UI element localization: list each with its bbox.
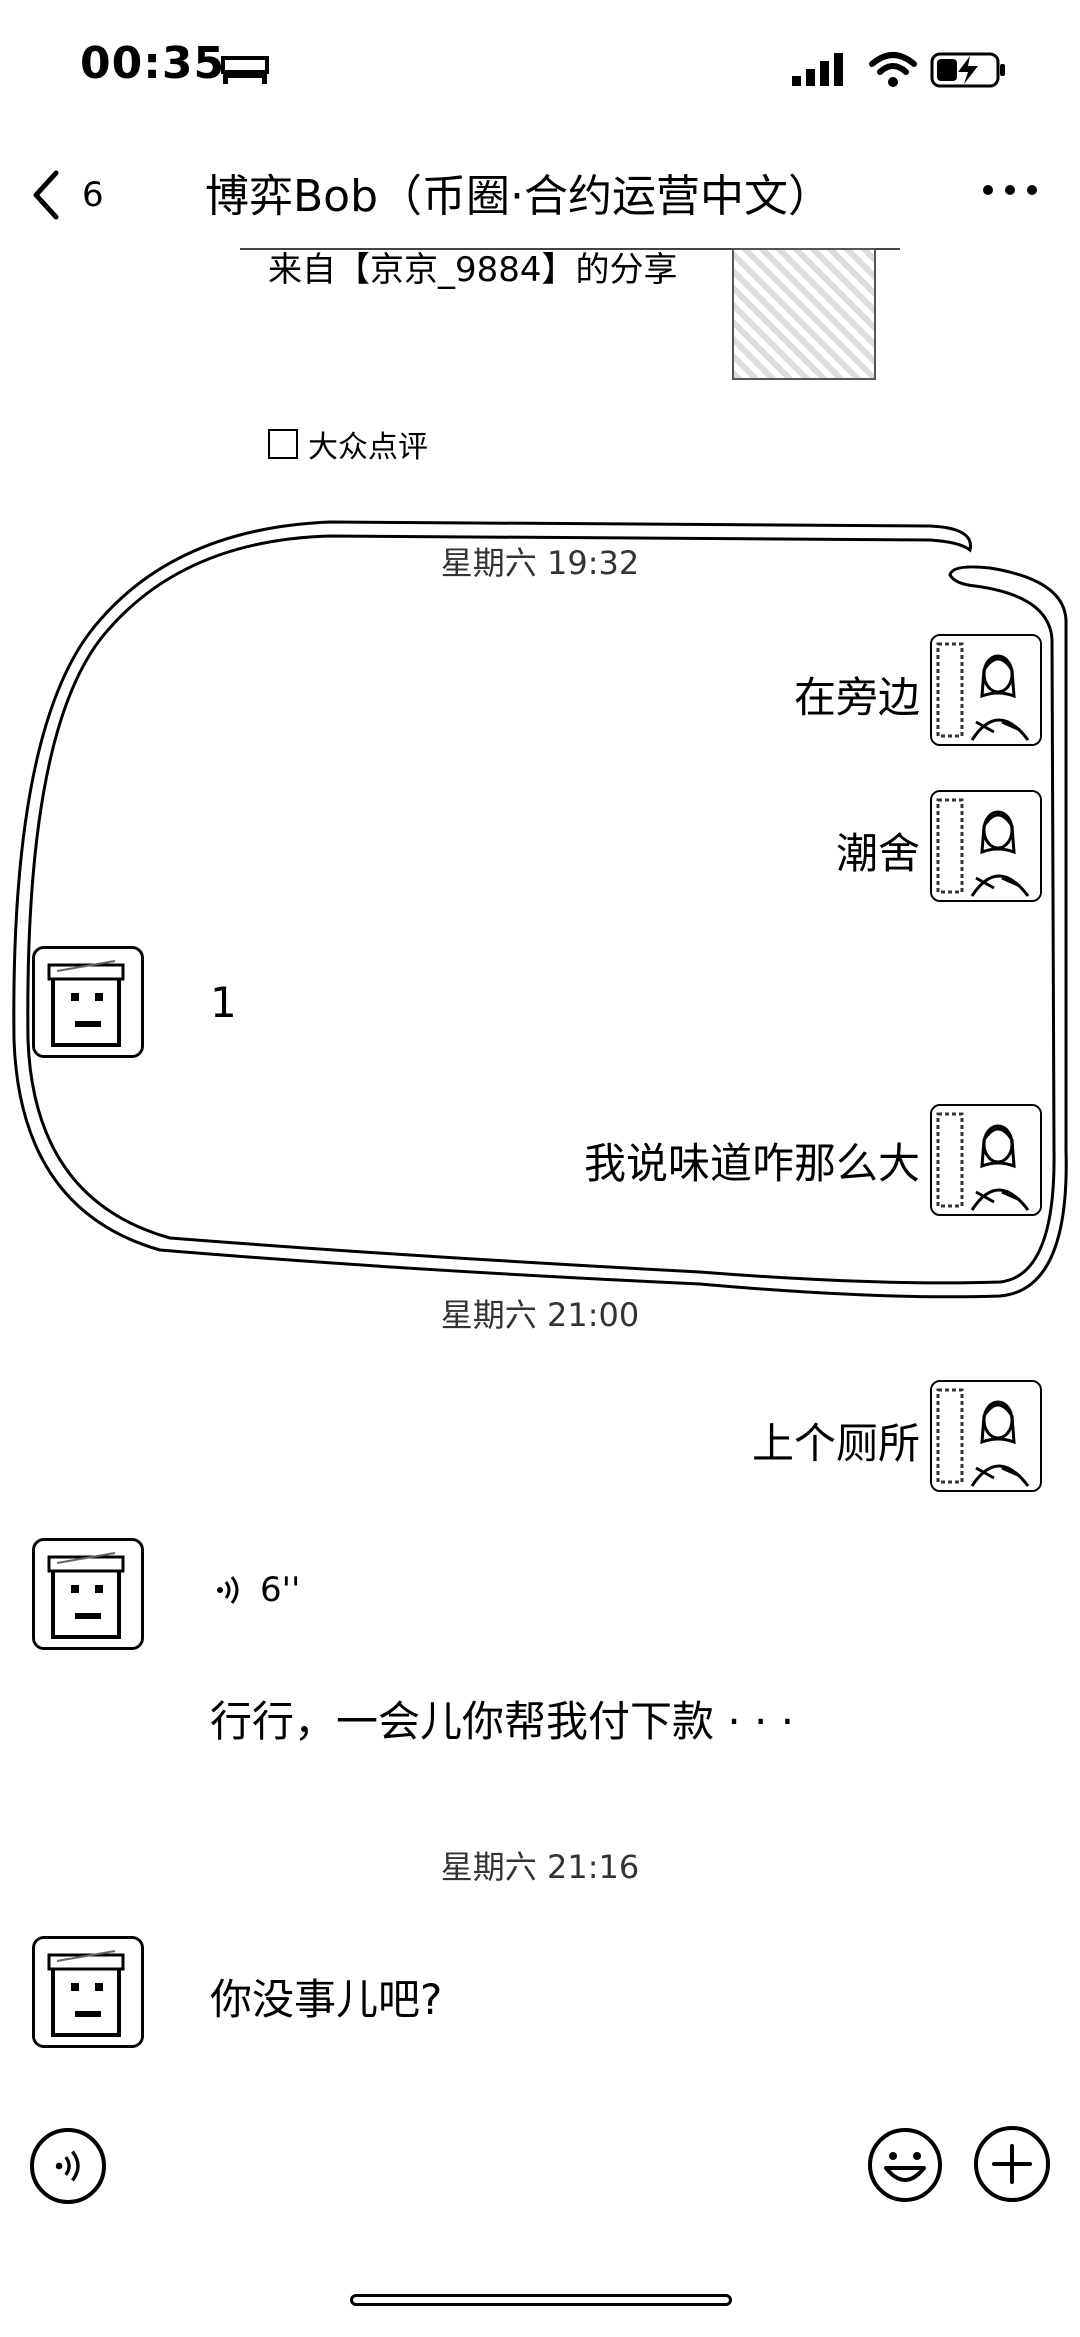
- avatar-contact-image: [35, 1541, 141, 1647]
- avatar-self-image: [932, 636, 1040, 744]
- voice-duration: 6'': [260, 1570, 301, 1610]
- wifi-icon: [869, 52, 917, 87]
- avatar-self[interactable]: [930, 790, 1042, 902]
- avatar-self[interactable]: [930, 1380, 1042, 1492]
- message-bubble-right[interactable]: 在旁边: [794, 664, 920, 725]
- voice-message[interactable]: 6'': [210, 1570, 300, 1610]
- status-time: 00:35: [80, 38, 226, 89]
- message-bubble-right[interactable]: 我说味道咋那么大: [584, 1130, 920, 1191]
- avatar-self[interactable]: [930, 1104, 1042, 1216]
- dianping-icon: [268, 429, 298, 459]
- emoji-icon[interactable]: [866, 2126, 944, 2204]
- avatar-contact-image: [35, 949, 141, 1055]
- voice-input-icon: [55, 2150, 80, 2182]
- battery-charging-icon: [930, 52, 1005, 88]
- avatar-contact[interactable]: [32, 1538, 144, 1650]
- message-bubble-left[interactable]: 1: [210, 978, 237, 1027]
- avatar-contact[interactable]: [32, 1936, 144, 2048]
- voice-transcript[interactable]: 行行，一会儿你帮我付下款 · · ·: [210, 1688, 794, 1749]
- voice-wave-icon: [217, 1576, 239, 1604]
- shared-card-source[interactable]: 大众点评: [268, 422, 428, 466]
- avatar-contact[interactable]: [32, 946, 144, 1058]
- plus-icon: [992, 2144, 1032, 2184]
- back-chevron-icon: [33, 170, 59, 220]
- time-separator: 星期六 19:32: [440, 544, 640, 582]
- time-separator: 星期六 21:16: [440, 1848, 640, 1886]
- back-button[interactable]: 6: [30, 160, 140, 230]
- home-indicator[interactable]: [350, 2294, 732, 2306]
- message-bubble-right[interactable]: 潮舍: [836, 820, 920, 881]
- voice-input-button[interactable]: [30, 2128, 106, 2204]
- more-icon[interactable]: [970, 170, 1050, 210]
- signal-icon: [792, 53, 843, 86]
- avatar-self-image: [932, 792, 1040, 900]
- avatar-self[interactable]: [930, 634, 1042, 746]
- unread-count: 6: [82, 175, 104, 215]
- avatar-self-image: [932, 1106, 1040, 1214]
- shared-card-thumbnail[interactable]: [732, 248, 876, 380]
- message-bubble-right[interactable]: 上个厕所: [752, 1410, 920, 1471]
- bed-icon: [221, 56, 269, 84]
- message-bubble-left[interactable]: 你没事儿吧?: [210, 1966, 442, 2027]
- time-separator: 星期六 21:00: [440, 1296, 640, 1334]
- chat-title: 博弈Bob（币圈·合约运营中文）: [205, 171, 833, 222]
- shared-card-source-label: 大众点评: [308, 430, 428, 465]
- plus-button[interactable]: [974, 2126, 1050, 2202]
- avatar-contact-image: [35, 1939, 141, 2045]
- shared-card-text[interactable]: 来自【京京_9884】的分享: [268, 246, 688, 294]
- avatar-self-image: [932, 1382, 1040, 1490]
